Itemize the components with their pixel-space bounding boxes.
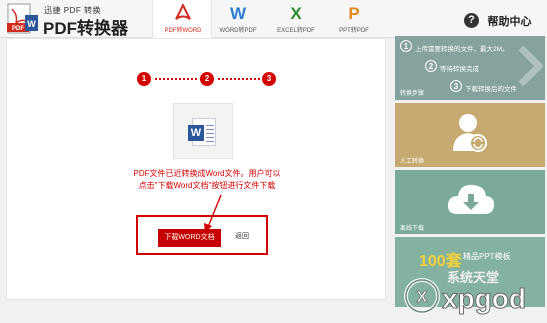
question-icon: ? xyxy=(464,13,479,29)
word-w-icon: W xyxy=(229,4,247,23)
logo-title: PDF转换器 xyxy=(43,19,128,38)
help-center-label: 帮助中心 xyxy=(487,15,532,28)
conversion-steps-card[interactable]: 1 上传需要转换的文件，最大2M。 2 等待转换完成 3 下载转换后的文件 转换… xyxy=(395,36,545,100)
download-word-button[interactable]: 下载WORD文档 xyxy=(158,229,221,247)
help-center-link[interactable]: ? 帮助中心 xyxy=(464,12,531,30)
app-logo: PDF W 迅捷 PDF 转换 PDF转换器 xyxy=(6,3,146,38)
card-step-2-icon: 2 xyxy=(425,60,437,72)
card-caption: 人工转换 xyxy=(400,159,425,165)
pointer-arrow-icon xyxy=(204,194,222,233)
xpgod-watermark-logo: X xpgod xyxy=(404,278,527,315)
tab-label: PPT转PDF xyxy=(339,28,369,34)
promo-subtitle: 精品PPT模板 xyxy=(463,252,511,261)
adobe-pdf-icon xyxy=(175,4,191,20)
pdf-logo-icon: PDF W xyxy=(7,3,38,34)
tab-ppt-to-pdf[interactable]: P PPT转PDF xyxy=(324,0,384,38)
tab-label: PDF转WORD xyxy=(164,28,202,34)
excel-x-icon: X xyxy=(290,4,302,23)
offline-download-card[interactable]: 离线下载 xyxy=(395,170,545,234)
svg-text:W: W xyxy=(27,19,36,29)
tab-pdf-to-word[interactable]: PDF转WORD xyxy=(152,0,212,39)
card-step-3-text: 下载转换后的文件 xyxy=(465,86,517,93)
svg-text:X: X xyxy=(417,289,428,306)
tab-label: EXCEL转PDF xyxy=(277,28,315,34)
card-step-1-icon: 1 xyxy=(400,40,412,52)
card-step-3-icon: 3 xyxy=(450,80,462,92)
conversion-panel: 1 2 3 W PDF文件已近转换成Word文件。用户可以 点击"下载Word文… xyxy=(6,38,386,300)
svg-text:PDF: PDF xyxy=(12,26,24,32)
back-link[interactable]: 返回 xyxy=(235,231,249,241)
tab-word-to-pdf[interactable]: W WORD转PDF xyxy=(208,0,268,38)
ppt-p-icon: P xyxy=(348,4,360,23)
card-step-2-text: 等待转换完成 xyxy=(440,66,479,73)
tab-label: WORD转PDF xyxy=(219,28,257,34)
download-highlight-frame: 下载WORD文档 返回 xyxy=(136,215,268,255)
manual-conversion-card[interactable]: 人工转换 xyxy=(395,103,545,167)
card-step-1-text: 上传需要转换的文件，最大2M。 xyxy=(415,46,509,53)
person-refresh-icon xyxy=(453,114,487,152)
chevron-right-icon xyxy=(518,46,543,86)
tab-excel-to-pdf[interactable]: X EXCEL转PDF xyxy=(266,0,326,38)
svg-text:xpgod: xpgod xyxy=(442,283,526,314)
cloud-download-icon xyxy=(447,184,495,214)
card-caption: 转换步骤 xyxy=(400,91,425,97)
card-caption: 离线下载 xyxy=(400,226,425,232)
top-bar: PDF W 迅捷 PDF 转换 PDF转换器 PDF转WORD W WORD转P… xyxy=(0,0,547,39)
